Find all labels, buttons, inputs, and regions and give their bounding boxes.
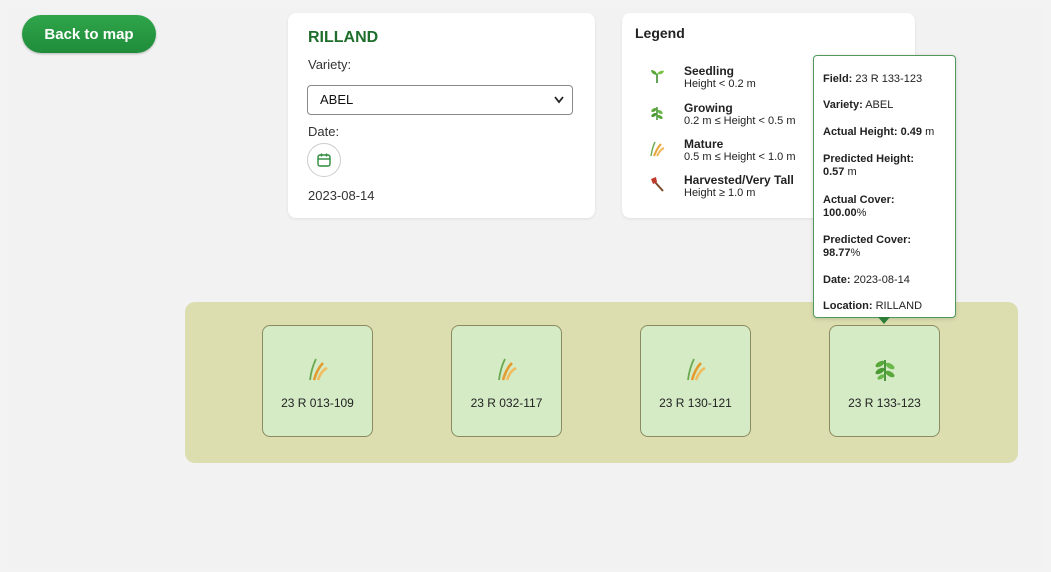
grain-icon [263, 356, 372, 382]
field-info-card: RILLAND Variety: ABEL Date: 2023-08-14 [288, 13, 595, 218]
tooltip-predicted-height: Predicted Height: 0.57 m [823, 153, 915, 178]
field-tile[interactable]: 23 R 032-117 [451, 325, 562, 437]
back-to-map-button[interactable]: Back to map [22, 15, 156, 53]
grain-icon [641, 356, 750, 382]
field-tile[interactable]: 23 R 130-121 [640, 325, 751, 437]
date-picker-button[interactable] [307, 143, 341, 177]
tooltip-variety: Variety: ABEL [823, 99, 894, 111]
variety-selected-value: ABEL [320, 92, 354, 107]
grain-icon [452, 356, 561, 382]
date-label: Date: [308, 124, 340, 139]
legend-name: Harvested/Very Tall [684, 173, 794, 187]
grain-icon [648, 139, 666, 157]
legend-range: 0.5 m ≤ Height < 1.0 m [684, 151, 796, 163]
seedling-icon [648, 66, 666, 84]
legend-title: Legend [635, 25, 685, 41]
tooltip-field: Field: 23 R 133-123 [823, 73, 923, 85]
variety-select[interactable]: ABEL [307, 85, 573, 115]
legend-range: Height < 0.2 m [684, 78, 756, 90]
calendar-icon [317, 153, 331, 167]
tooltip-predicted-cover: Predicted Cover: 98.77% [823, 234, 912, 259]
field-tile[interactable]: 23 R 013-109 [262, 325, 373, 437]
legend-name: Growing [684, 101, 733, 115]
field-name: 23 R 032-117 [470, 396, 543, 410]
legend-range: 0.2 m ≤ Height < 0.5 m [684, 115, 796, 127]
tooltip-date: Date: 2023-08-14 [823, 274, 910, 286]
field-tooltip: Field: 23 R 133-123 Variety: ABEL Actual… [813, 55, 956, 324]
location-title: RILLAND [308, 29, 379, 46]
field-tile[interactable]: 23 R 133-123 [829, 325, 940, 437]
tooltip-actual-height: Actual Height: 0.49 m [823, 126, 935, 138]
tooltip-location: Location: RILLAND [823, 300, 923, 312]
tooltip-arrow [878, 317, 890, 324]
herb-icon [648, 103, 666, 121]
field-name: 23 R 130-121 [659, 396, 732, 410]
selected-date: 2023-08-14 [308, 188, 375, 203]
legend-name: Seedling [684, 64, 735, 78]
chevron-down-icon [554, 86, 564, 125]
tooltip-actual-cover: Actual Cover: 100.00% [823, 194, 895, 219]
axe-icon [648, 175, 666, 193]
legend-range: Height ≥ 1.0 m [684, 187, 756, 199]
herb-icon [830, 356, 939, 382]
legend-name: Mature [684, 137, 724, 151]
variety-label: Variety: [308, 57, 352, 72]
field-name: 23 R 013-109 [281, 396, 354, 410]
field-name: 23 R 133-123 [848, 396, 921, 410]
